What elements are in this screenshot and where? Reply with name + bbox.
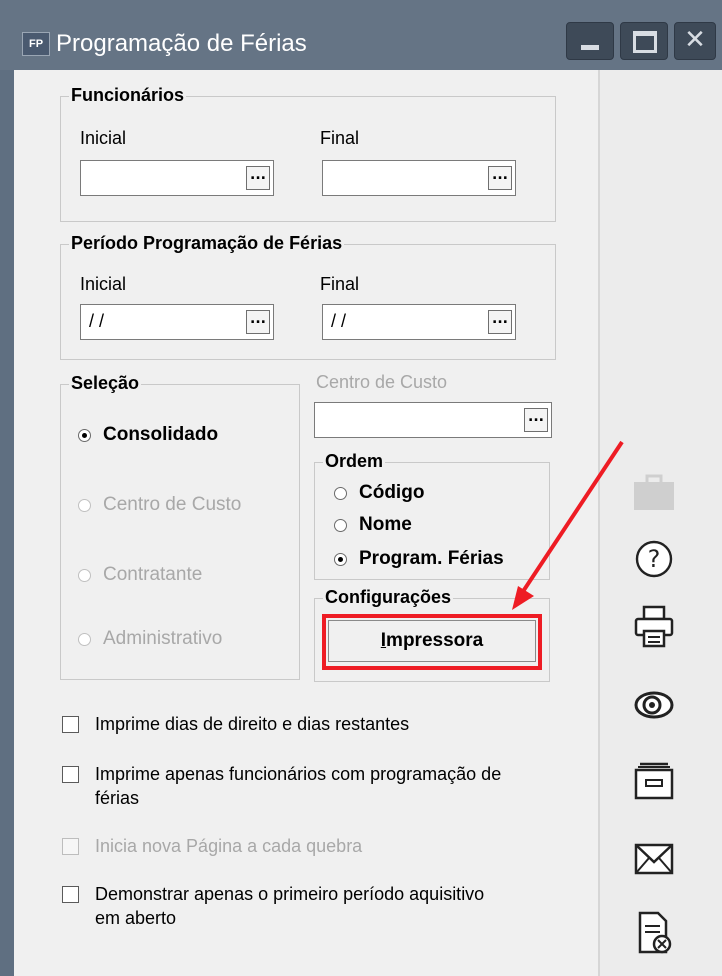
window-frame: FP Programação de Férias ✕ Funcionários … (0, 0, 722, 976)
annotation-arrow (512, 440, 624, 610)
